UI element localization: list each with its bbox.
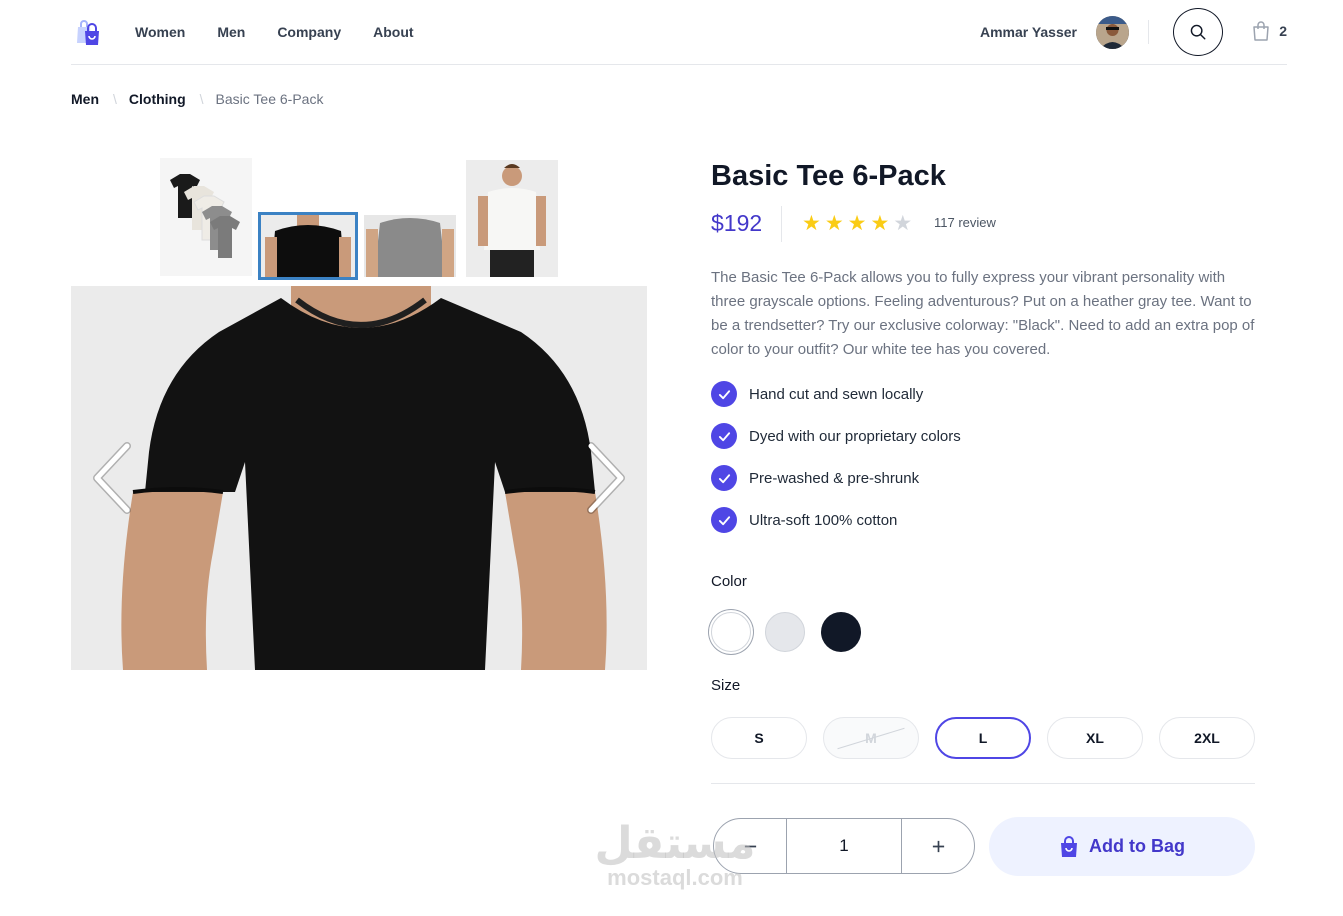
feature-text: Pre-washed & pre-shrunk [749,469,920,487]
feature-item: Dyed with our proprietary colors [711,423,961,449]
section-divider [711,783,1255,784]
star-filled-icon: ★ [847,212,867,235]
header-divider [1148,20,1149,44]
add-to-bag-button[interactable]: Add to Bag [989,817,1255,876]
search-button[interactable] [1173,8,1223,56]
watermark-latin: mostaql.com [607,865,743,890]
nav-men[interactable]: Men [217,24,245,40]
thumbnail-six-pack[interactable] [160,158,252,276]
site-header: Women Men Company About Ammar Yasser 2 [71,0,1287,65]
review-count-link[interactable]: 117 review [934,215,996,230]
nav-women[interactable]: Women [135,24,185,40]
search-icon [1190,24,1206,40]
product-title: Basic Tee 6-Pack [711,160,946,192]
size-option-xl[interactable]: XL [1047,717,1143,759]
nav-about[interactable]: About [373,24,413,40]
main-nav: Women Men Company About [135,24,446,40]
product-description: The Basic Tee 6-Pack allows you to fully… [711,269,1255,358]
feature-text: Hand cut and sewn locally [749,385,924,403]
add-to-bag-label: Add to Bag [1089,836,1185,856]
check-circle-icon [711,423,737,449]
cart-button[interactable]: 2 [1251,20,1287,42]
avatar[interactable] [1096,16,1129,49]
breadcrumb-separator: \ [113,91,117,107]
size-label: Size [711,677,741,694]
thumbnail-gray-tee[interactable] [364,215,456,277]
main-product-image [71,286,647,670]
breadcrumb: Men \ Clothing \ Basic Tee 6-Pack [71,91,323,107]
shopping-bag-icon [1253,21,1269,41]
size-option-l[interactable]: L [935,717,1031,759]
shopping-bag-icon [1061,835,1077,857]
color-swatch-gray[interactable] [765,612,805,652]
feature-item: Pre-washed & pre-shrunk [711,465,961,491]
thumbnail-white-tee[interactable] [466,160,558,277]
previous-image-button[interactable] [91,442,135,514]
color-swatch-white[interactable] [711,612,751,652]
watermark: مستقل mostaql.com [585,822,765,890]
breadcrumb-separator: \ [199,91,204,107]
feature-text: Dyed with our proprietary colors [749,427,961,445]
star-filled-icon: ★ [802,212,821,235]
star-filled-icon: ★ [824,212,844,235]
chevron-left-icon [93,442,131,514]
product-price: $192 [711,210,763,236]
nav-company[interactable]: Company [277,24,341,40]
feature-text: Ultra-soft 100% cotton [749,511,898,529]
star-empty-icon: ★ [893,212,913,235]
thumbnail-black-tee[interactable] [258,212,358,280]
size-option-s[interactable]: S [711,717,807,759]
breadcrumb-current: Basic Tee 6-Pack [215,91,324,107]
watermark-arabic: مستقل [594,818,756,869]
rating-stars: ★ ★ ★ ★ ★ [802,213,912,234]
size-option-m: M [823,717,919,759]
shopping-bag-logo-icon[interactable] [73,17,103,47]
check-circle-icon [711,507,737,533]
increase-quantity-button[interactable] [902,819,974,873]
next-image-button[interactable] [583,442,627,514]
user-name[interactable]: Ammar Yasser [980,24,1077,40]
cart-count: 2 [1279,23,1287,39]
check-circle-icon [711,465,737,491]
feature-item: Hand cut and sewn locally [711,381,961,407]
color-swatch-black[interactable] [821,612,861,652]
feature-list: Hand cut and sewn locally Dyed with our … [711,381,961,549]
feature-item: Ultra-soft 100% cotton [711,507,961,533]
size-option-2xl[interactable]: 2XL [1159,717,1255,759]
check-circle-icon [711,381,737,407]
star-filled-icon: ★ [870,212,890,235]
breadcrumb-men[interactable]: Men [71,91,99,107]
plus-icon [932,840,944,852]
price-divider [781,206,782,242]
chevron-right-icon [587,442,625,514]
color-label: Color [711,573,747,590]
quantity-value[interactable]: 1 [786,819,902,873]
breadcrumb-clothing[interactable]: Clothing [129,91,186,107]
